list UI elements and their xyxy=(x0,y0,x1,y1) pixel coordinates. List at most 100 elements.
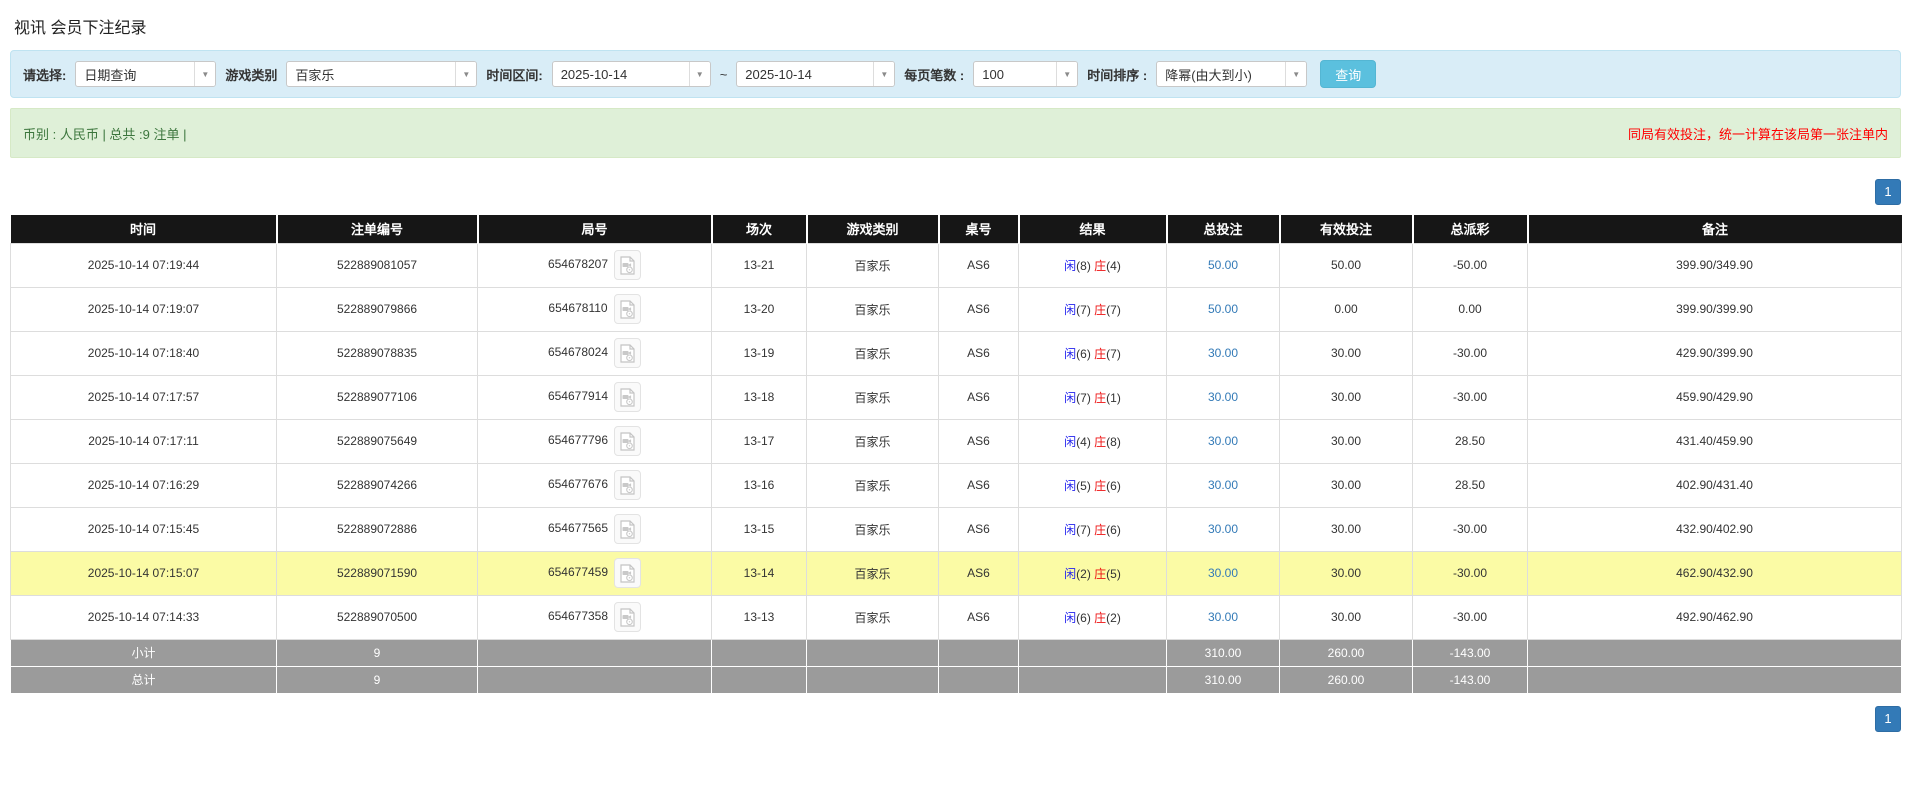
cell-total-bet: 30.00 xyxy=(1167,331,1280,375)
cell-round-id: 654677676 xyxy=(478,463,712,507)
cell-game-category: 百家乐 xyxy=(807,331,939,375)
cell-session: 13-13 xyxy=(712,595,807,639)
result-player: 闲 xyxy=(1064,611,1076,625)
column-header: 结果 xyxy=(1019,215,1167,243)
cell-remark: 399.90/399.90 xyxy=(1528,287,1902,331)
cell-table-no: AS6 xyxy=(939,375,1019,419)
notice-text: 同局有效投注，统一计算在该局第一张注单内 xyxy=(1628,124,1888,143)
total-valid-bet: 260.00 xyxy=(1280,666,1413,693)
cell-round-id: 654678207 xyxy=(478,243,712,287)
cell-round-id: 654678110 xyxy=(478,287,712,331)
total-bet-link[interactable]: 30.00 xyxy=(1208,434,1238,448)
result-banker-score: (1) xyxy=(1106,391,1121,405)
video-replay-button[interactable] xyxy=(614,470,641,500)
table-row[interactable]: 2025-10-14 07:17:11522889075649654677796… xyxy=(11,419,1902,463)
sort-order-value: 降幂(由大到小) xyxy=(1157,62,1285,86)
video-replay-button[interactable] xyxy=(614,250,641,280)
table-row[interactable]: 2025-10-14 07:19:07522889079866654678110… xyxy=(11,287,1902,331)
result-banker: 庄 xyxy=(1094,391,1106,405)
table-row[interactable]: 2025-10-14 07:17:57522889077106654677914… xyxy=(11,375,1902,419)
date-to-select[interactable]: 2025-10-14 ▼ xyxy=(736,61,895,87)
total-bet-link[interactable]: 30.00 xyxy=(1208,478,1238,492)
subtotal-label: 小计 xyxy=(11,639,277,666)
video-replay-button[interactable] xyxy=(614,426,641,456)
total-bet-link[interactable]: 30.00 xyxy=(1208,522,1238,536)
page-1-button[interactable]: 1 xyxy=(1875,179,1901,205)
cell-valid-bet: 50.00 xyxy=(1280,243,1413,287)
video-replay-button[interactable] xyxy=(614,558,641,588)
total-bet-link[interactable]: 50.00 xyxy=(1208,302,1238,316)
chevron-down-icon[interactable]: ▼ xyxy=(455,62,476,86)
cell-bet-id: 522889071590 xyxy=(277,551,478,595)
round-id-text: 654677676 xyxy=(548,477,608,491)
cell-payout: 0.00 xyxy=(1413,287,1528,331)
round-id-text: 654677796 xyxy=(548,433,608,447)
page-size-select[interactable]: 100 ▼ xyxy=(973,61,1078,87)
table-row[interactable]: 2025-10-14 07:19:44522889081057654678207… xyxy=(11,243,1902,287)
total-bet-link[interactable]: 30.00 xyxy=(1208,346,1238,360)
round-id-text: 654677459 xyxy=(548,565,608,579)
result-player: 闲 xyxy=(1064,479,1076,493)
cell-session: 13-19 xyxy=(712,331,807,375)
video-replay-button[interactable] xyxy=(614,382,641,412)
result-player: 闲 xyxy=(1064,347,1076,361)
total-count: 9 xyxy=(277,666,478,693)
cell-time: 2025-10-14 07:14:33 xyxy=(11,595,277,639)
chevron-down-icon[interactable]: ▼ xyxy=(1056,62,1077,86)
total-bet-link[interactable]: 30.00 xyxy=(1208,566,1238,580)
date-from-select[interactable]: 2025-10-14 ▼ xyxy=(552,61,711,87)
page-1-button[interactable]: 1 xyxy=(1875,706,1901,732)
query-type-select[interactable]: 日期查询 ▼ xyxy=(75,61,216,87)
table-row[interactable]: 2025-10-14 07:16:29522889074266654677676… xyxy=(11,463,1902,507)
column-header: 注单编号 xyxy=(277,215,478,243)
video-file-icon xyxy=(619,520,636,539)
subtotal-total-bet: 310.00 xyxy=(1167,639,1280,666)
video-replay-button[interactable] xyxy=(614,602,641,632)
column-header: 备注 xyxy=(1528,215,1902,243)
cell-total-bet: 50.00 xyxy=(1167,243,1280,287)
cell-total-bet: 30.00 xyxy=(1167,507,1280,551)
date-to-value: 2025-10-14 xyxy=(737,62,873,86)
chevron-down-icon[interactable]: ▼ xyxy=(873,62,894,86)
column-header: 总投注 xyxy=(1167,215,1280,243)
filter-bar: 请选择: 日期查询 ▼ 游戏类别 百家乐 ▼ 时间区间: 2025-10-14 … xyxy=(10,50,1901,98)
total-bet-link[interactable]: 50.00 xyxy=(1208,258,1238,272)
search-button[interactable]: 查询 xyxy=(1320,60,1376,88)
query-type-value: 日期查询 xyxy=(76,62,194,86)
result-player: 闲 xyxy=(1064,259,1076,273)
chevron-down-icon[interactable]: ▼ xyxy=(689,62,710,86)
game-category-select[interactable]: 百家乐 ▼ xyxy=(286,61,477,87)
total-bet-link[interactable]: 30.00 xyxy=(1208,610,1238,624)
cell-time: 2025-10-14 07:17:11 xyxy=(11,419,277,463)
cell-total-bet: 30.00 xyxy=(1167,551,1280,595)
chevron-down-icon[interactable]: ▼ xyxy=(194,62,215,86)
cell-remark: 492.90/462.90 xyxy=(1528,595,1902,639)
cell-round-id: 654678024 xyxy=(478,331,712,375)
sort-order-select[interactable]: 降幂(由大到小) ▼ xyxy=(1156,61,1307,87)
total-bet-link[interactable]: 30.00 xyxy=(1208,390,1238,404)
subtotal-empty-game xyxy=(807,639,939,666)
cell-session: 13-16 xyxy=(712,463,807,507)
table-row[interactable]: 2025-10-14 07:15:07522889071590654677459… xyxy=(11,551,1902,595)
cell-round-id: 654677459 xyxy=(478,551,712,595)
chevron-down-icon[interactable]: ▼ xyxy=(1285,62,1306,86)
video-replay-button[interactable] xyxy=(614,514,641,544)
table-row[interactable]: 2025-10-14 07:14:33522889070500654677358… xyxy=(11,595,1902,639)
cell-result: 闲(7) 庄(1) xyxy=(1019,375,1167,419)
cell-valid-bet: 30.00 xyxy=(1280,331,1413,375)
cell-session: 13-17 xyxy=(712,419,807,463)
result-banker-score: (4) xyxy=(1106,259,1121,273)
table-row[interactable]: 2025-10-14 07:15:45522889072886654677565… xyxy=(11,507,1902,551)
video-replay-button[interactable] xyxy=(614,338,641,368)
cell-remark: 462.90/432.90 xyxy=(1528,551,1902,595)
subtotal-valid-bet: 260.00 xyxy=(1280,639,1413,666)
result-banker: 庄 xyxy=(1094,567,1106,581)
cell-total-bet: 30.00 xyxy=(1167,375,1280,419)
cell-result: 闲(5) 庄(6) xyxy=(1019,463,1167,507)
cell-table-no: AS6 xyxy=(939,287,1019,331)
round-id-text: 654677358 xyxy=(548,609,608,623)
cell-payout: -50.00 xyxy=(1413,243,1528,287)
table-row[interactable]: 2025-10-14 07:18:40522889078835654678024… xyxy=(11,331,1902,375)
video-replay-button[interactable] xyxy=(614,294,641,324)
result-banker: 庄 xyxy=(1094,259,1106,273)
